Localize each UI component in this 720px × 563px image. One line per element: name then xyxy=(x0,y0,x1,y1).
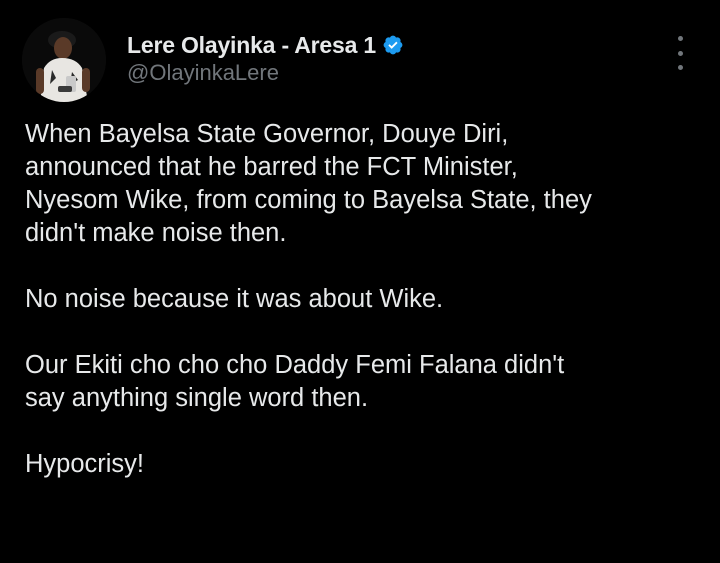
profile-photo xyxy=(22,18,106,102)
author-handle[interactable]: @OlayinkaLere xyxy=(127,60,279,86)
avatar[interactable] xyxy=(22,18,106,102)
verified-badge-icon xyxy=(382,34,404,56)
tweet-paragraph: Hypocrisy! xyxy=(25,450,145,478)
tweet-paragraph: No noise because it was about Wike. xyxy=(25,285,444,313)
more-dot-icon xyxy=(677,50,683,56)
tweet-paragraph: Our Ekiti cho cho cho Daddy Femi Falana … xyxy=(25,351,565,412)
author-display-name[interactable]: Lere Olayinka - Aresa 1 xyxy=(127,32,376,59)
tweet-paragraph: When Bayelsa State Governor, Douye Diri,… xyxy=(25,120,592,247)
more-options-icon[interactable] xyxy=(668,36,692,70)
more-dot-icon xyxy=(677,65,683,70)
more-dot-icon xyxy=(677,36,683,41)
author-name-row[interactable]: Lere Olayinka - Aresa 1 xyxy=(127,30,404,60)
tweet-text: When Bayelsa State Governor, Douye Diri,… xyxy=(25,118,705,481)
tweet-card: Lere Olayinka - Aresa 1 @OlayinkaLere Wh… xyxy=(0,0,720,563)
